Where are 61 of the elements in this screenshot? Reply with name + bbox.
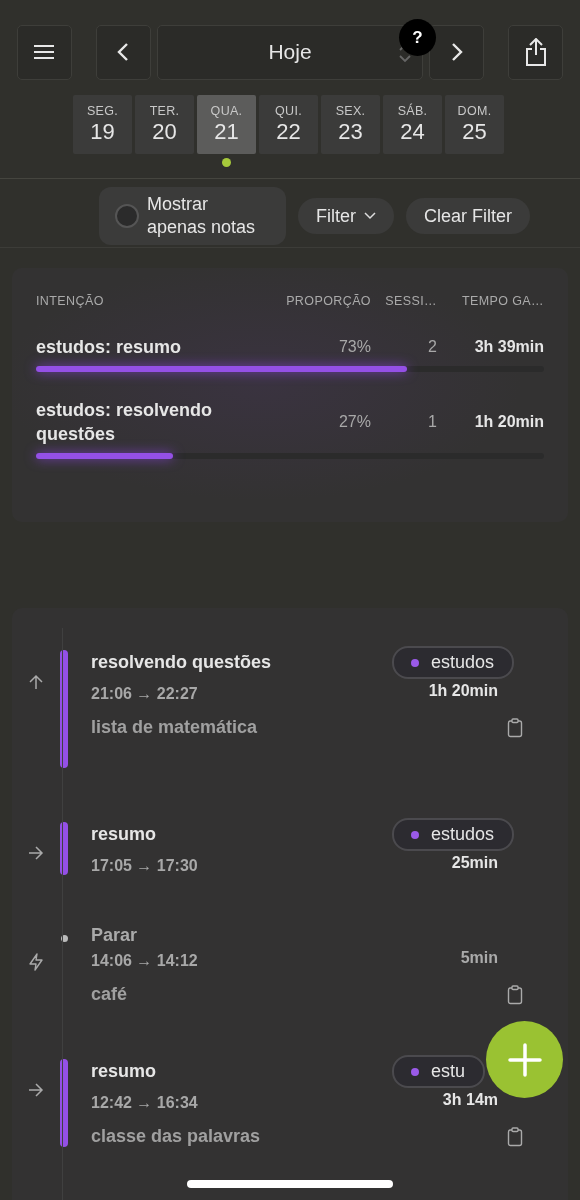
column-header: TEMPO GA… <box>460 294 544 308</box>
chevron-right-icon <box>450 42 463 62</box>
time-range: 14:06 → 14:12 <box>91 952 198 970</box>
column-header: SESSI… <box>384 294 437 308</box>
day-tab[interactable]: TER. 20 <box>135 95 194 154</box>
tag-dot <box>411 658 419 667</box>
duration: 5min <box>460 949 498 967</box>
arrow-right-icon <box>28 1083 44 1097</box>
time-value: 1h 20min <box>473 413 544 431</box>
intention-tag[interactable]: estudos <box>392 818 515 851</box>
notes-only-label: Mostrar apenas notas <box>147 193 257 239</box>
share-button[interactable] <box>508 24 563 80</box>
day-tab[interactable]: QUA. 21 <box>197 95 256 154</box>
entry-note: lista de matemática <box>91 717 258 738</box>
chevron-left-icon <box>117 42 130 62</box>
time-range: 21:06 → 22:27 <box>91 685 198 703</box>
entry-title: resumo <box>91 824 157 845</box>
notes-only-toggle[interactable]: Mostrar apenas notas <box>99 187 286 245</box>
menu-icon <box>33 45 56 59</box>
day-tab[interactable]: DOM. 25 <box>445 95 504 154</box>
entry-title: Parar <box>91 925 138 946</box>
day-tab[interactable]: SEG. 19 <box>73 95 132 154</box>
proportion-value: 73% <box>337 338 371 356</box>
arrow-right-icon <box>28 846 44 860</box>
duration: 25min <box>451 854 498 872</box>
share-icon <box>524 38 547 66</box>
session-count: 2 <box>427 338 437 356</box>
intention-tag[interactable]: estudos <box>392 646 515 679</box>
time-range: 12:42 → 16:34 <box>91 1094 198 1112</box>
menu-button[interactable] <box>17 24 72 80</box>
time-value: 3h 39min <box>473 338 544 356</box>
duration: 1h 20min <box>428 682 498 700</box>
intention-tag[interactable]: estu <box>392 1055 486 1088</box>
column-header: INTENÇÃO <box>36 294 105 308</box>
time-range: 17:05 → 17:30 <box>91 857 198 875</box>
clipboard-icon[interactable] <box>507 1126 523 1147</box>
day-tab[interactable]: SÁB. 24 <box>383 95 442 154</box>
clipboard-icon[interactable] <box>507 984 523 1005</box>
filter-dropdown[interactable]: Filter <box>298 198 394 234</box>
proportion-value: 27% <box>337 413 371 431</box>
plus-icon <box>507 1042 542 1077</box>
intention-name: estudos: resumo <box>36 336 183 359</box>
column-header: PROPORÇÃO <box>285 294 371 308</box>
arrow-up-icon <box>29 674 43 690</box>
duration: 3h 14m <box>442 1091 498 1109</box>
session-count: 1 <box>427 413 437 431</box>
clear-filter-button[interactable]: Clear Filter <box>406 198 530 234</box>
session-bar <box>60 822 68 875</box>
day-tab[interactable]: QUI. 22 <box>259 95 318 154</box>
entry-note: café <box>91 984 128 1005</box>
entry-title: resumo <box>91 1061 157 1082</box>
tag-dot <box>411 1067 419 1076</box>
entry-title: resolvendo questões <box>91 652 272 673</box>
chevron-down-icon <box>364 212 376 220</box>
timeline-dot <box>61 935 68 942</box>
clipboard-icon[interactable] <box>507 717 523 738</box>
lightning-icon <box>29 953 43 971</box>
entry-note: classe das palavras <box>91 1126 261 1147</box>
day-tab[interactable]: SEX. 23 <box>321 95 380 154</box>
intention-name: estudos: resolvendo questões <box>36 399 214 446</box>
tag-dot <box>411 830 419 839</box>
